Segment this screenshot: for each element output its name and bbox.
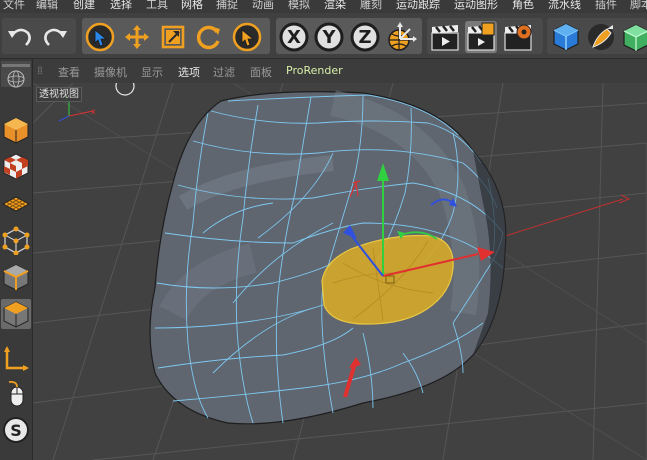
menu-mesh[interactable]: 网格 (181, 0, 203, 11)
edges-mode-button[interactable] (1, 262, 31, 292)
z-axis-label: Z (358, 27, 371, 48)
render-settings-icon (504, 24, 532, 51)
points-mode-button[interactable] (1, 225, 31, 255)
cube-icon (553, 23, 579, 51)
redo-icon (44, 28, 67, 46)
menu-select[interactable]: 选择 (110, 0, 132, 11)
viewport-menu-display[interactable]: 显示 (141, 64, 163, 80)
viewport-menu-bar: ⁞⁞ 查看 摄像机 显示 选项 过滤 面板 ProRender (33, 59, 647, 83)
redo-button[interactable] (39, 21, 71, 53)
viewport-grip[interactable]: ⁞⁞ (37, 64, 43, 77)
clapperboard-icon (431, 25, 459, 51)
menu-simulate[interactable]: 模拟 (288, 0, 310, 11)
make-editable-icon (3, 117, 29, 144)
world-coordinates-icon (388, 22, 417, 51)
menu-snap[interactable]: 捕捉 (216, 0, 238, 11)
menu-script[interactable]: 脚本 (630, 0, 647, 11)
z-axis-icon: Z (350, 22, 380, 52)
mouse-icon (8, 380, 24, 407)
left-palette: S (0, 59, 33, 460)
viewport-menu-options[interactable]: 选项 (178, 64, 200, 80)
scale-tool-button[interactable] (157, 21, 189, 53)
scale-icon (161, 25, 185, 49)
menu-bar: 文件 编辑 创建 选择 工具 网格 捕捉 动画 模拟 渲染 雕刻 运动跟踪 运动… (0, 0, 647, 13)
menu-animate[interactable]: 动画 (252, 0, 274, 11)
x-axis-icon: X (279, 22, 309, 52)
recent-tool-icon (232, 22, 262, 52)
rotate-icon (196, 25, 220, 50)
menu-sculpt[interactable]: 雕刻 (360, 0, 382, 11)
viewport-menu-view[interactable]: 查看 (58, 64, 80, 80)
y-axis-icon: Y (314, 22, 344, 52)
sphere-wire-icon (2, 64, 30, 88)
live-selection-icon (85, 22, 115, 52)
points-mode-icon (2, 226, 30, 255)
undo-icon (8, 28, 31, 46)
polygons-mode-button[interactable] (1, 299, 31, 329)
recent-tool-button[interactable] (231, 21, 263, 53)
menu-file[interactable]: 文件 (3, 0, 25, 11)
make-editable-button[interactable] (1, 115, 31, 145)
render-picture-viewer-icon (467, 22, 495, 51)
menu-mograph[interactable]: 运动图形 (454, 0, 498, 11)
workplane-grid-icon (1, 196, 31, 212)
subdivision-surface-button[interactable] (620, 21, 647, 53)
snapping-button[interactable]: S (1, 415, 31, 445)
texture-mode-button[interactable] (1, 151, 31, 181)
viewport-menu-cameras[interactable]: 摄像机 (94, 64, 127, 80)
menu-create[interactable]: 创建 (73, 0, 95, 11)
move-icon (125, 25, 149, 49)
menu-pipeline[interactable]: 流水线 (548, 0, 581, 11)
y-axis-lock-button[interactable]: Y (313, 21, 345, 53)
viewport-menu-prorender[interactable]: ProRender (286, 64, 343, 77)
viewport-menu-panel[interactable]: 面板 (250, 64, 272, 80)
live-selection-button[interactable] (84, 21, 116, 53)
menu-edit[interactable]: 编辑 (36, 0, 58, 11)
menu-character[interactable]: 角色 (512, 0, 534, 11)
render-settings-button[interactable] (502, 21, 534, 53)
x-axis-label: X (287, 27, 301, 48)
subdivision-surface-icon (623, 24, 647, 52)
pen-spline-button[interactable] (585, 21, 617, 53)
render-to-picture-viewer-button[interactable] (465, 21, 497, 53)
move-tool-button[interactable] (121, 21, 153, 53)
menu-motion-tracking[interactable]: 运动跟踪 (396, 0, 440, 11)
menu-render[interactable]: 渲染 (324, 0, 346, 11)
tweak-mode-button[interactable] (1, 379, 31, 409)
x-axis-lock-button[interactable]: X (278, 21, 310, 53)
enable-axis-button[interactable] (1, 344, 31, 374)
undo-button[interactable] (4, 21, 36, 53)
perspective-viewport[interactable]: x y 透视视图 (33, 83, 647, 460)
palette-grip-button[interactable] (1, 61, 31, 88)
workplane-mode-button[interactable] (1, 188, 31, 218)
cursor-ring (115, 83, 135, 96)
cube-primitive-button[interactable] (550, 21, 582, 53)
polygons-mode-icon (3, 301, 29, 328)
axis-modification-icon (4, 346, 29, 371)
coordinate-system-button[interactable] (386, 21, 418, 53)
rotate-tool-button[interactable] (193, 21, 225, 53)
y-axis-label: Y (321, 27, 336, 48)
viewport-canvas[interactable]: x y (33, 83, 647, 460)
checker-cube-icon (3, 153, 29, 180)
svg-text:x: x (91, 107, 96, 116)
edges-mode-icon (3, 264, 29, 291)
menu-tools[interactable]: 工具 (146, 0, 168, 11)
z-axis-lock-button[interactable]: Z (349, 21, 381, 53)
viewport-label[interactable]: 透视视图 (36, 87, 82, 102)
svg-text:S: S (10, 421, 22, 440)
viewport-menu-filter[interactable]: 过滤 (213, 64, 235, 80)
menu-plugins[interactable]: 插件 (595, 0, 617, 11)
snapping-icon: S (3, 417, 29, 443)
pen-icon (588, 24, 614, 50)
render-view-button[interactable] (429, 21, 461, 53)
